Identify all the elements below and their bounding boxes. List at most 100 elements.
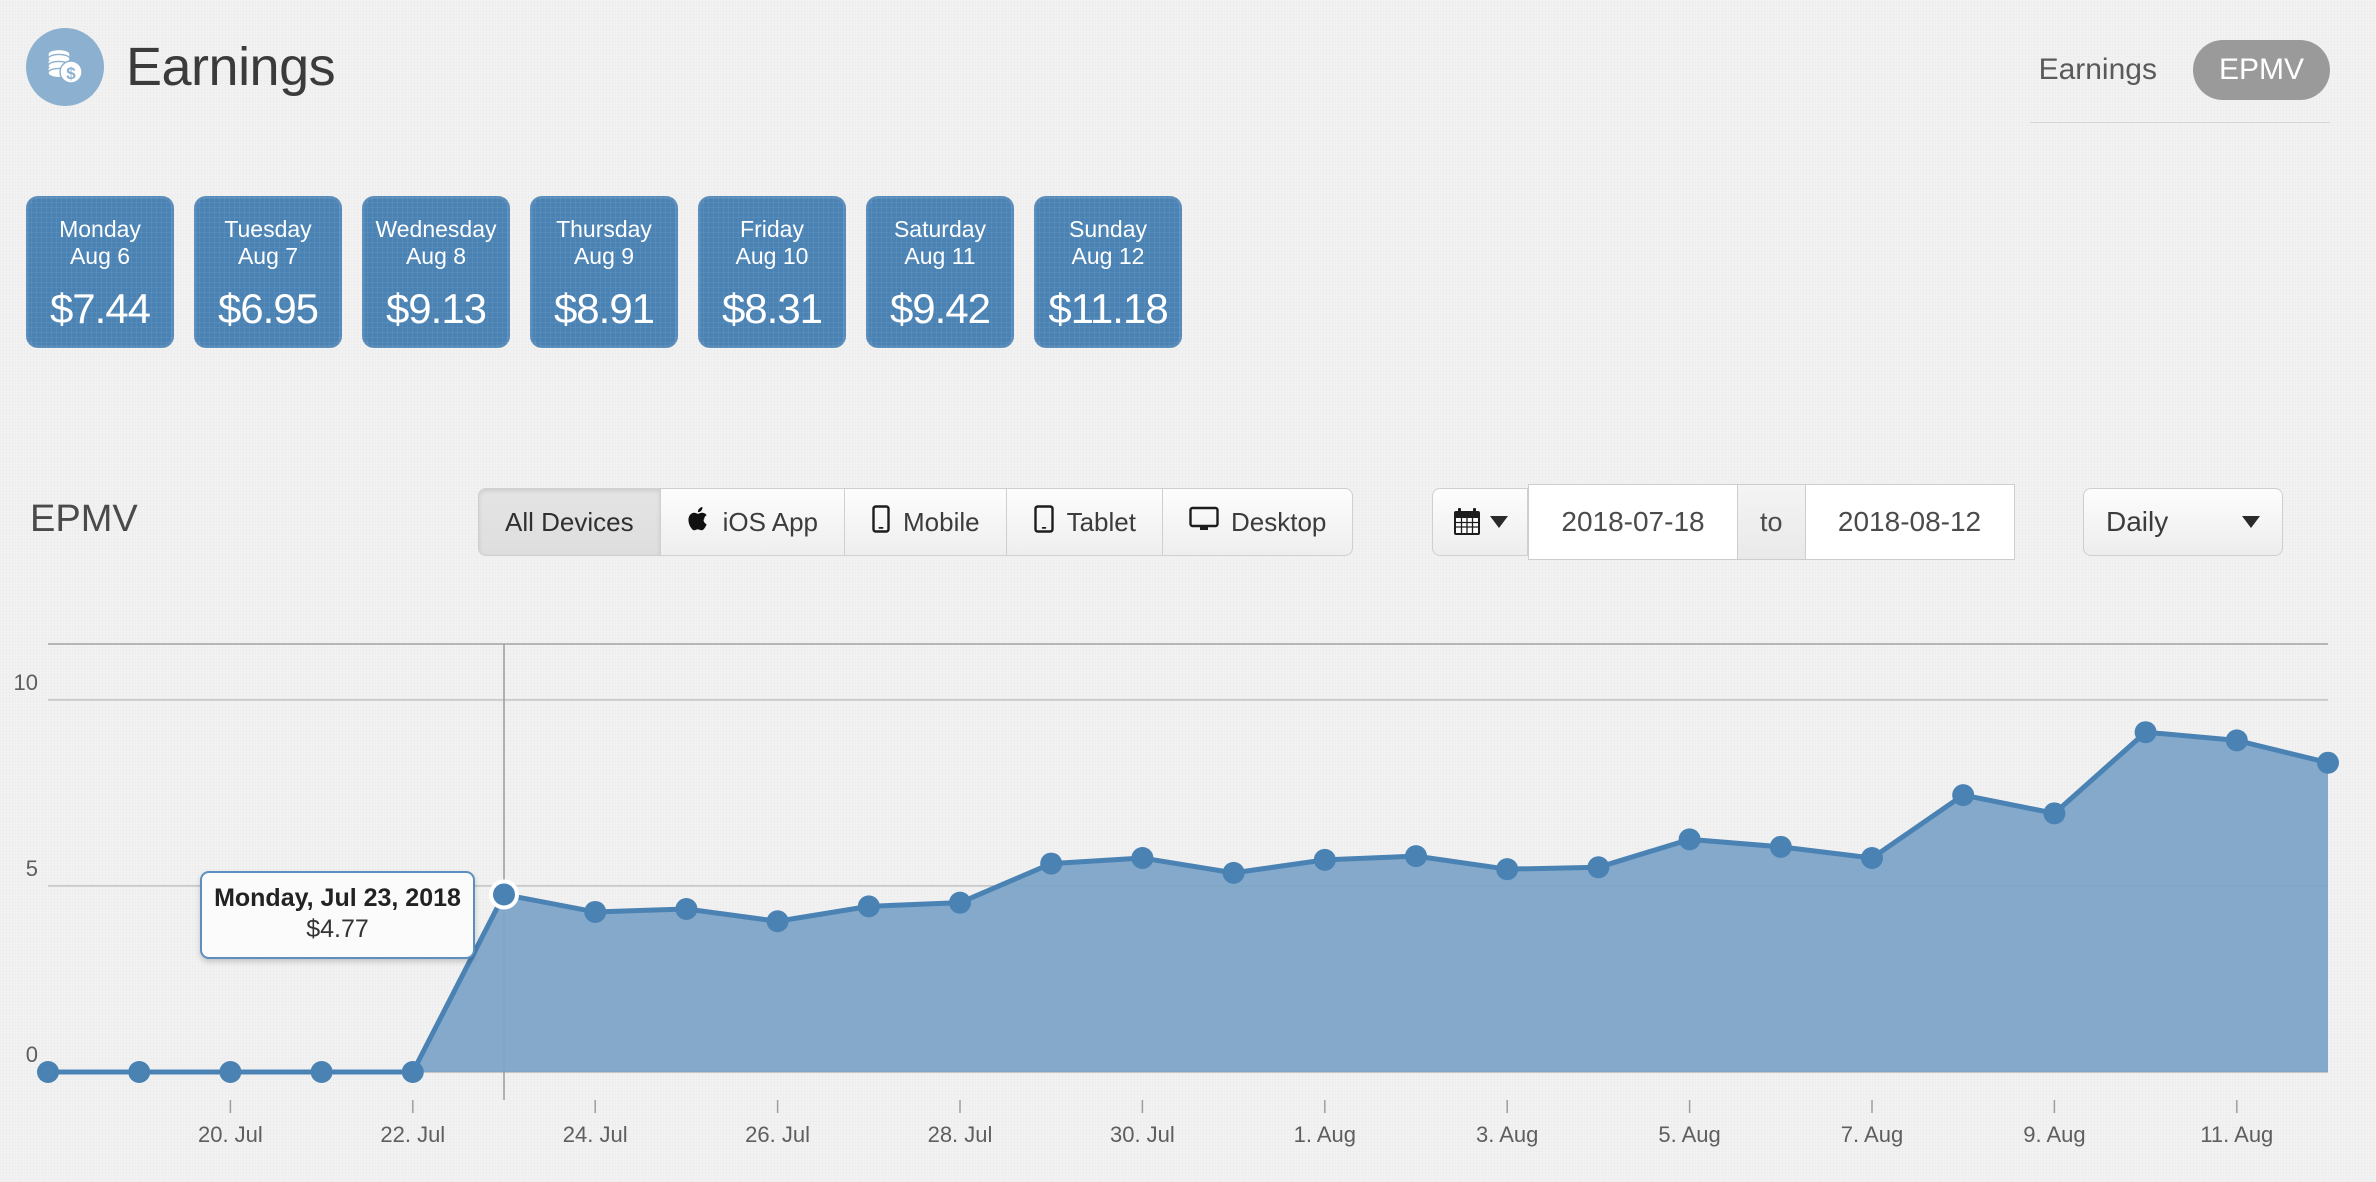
chart-data-point[interactable] <box>310 1061 333 1083</box>
device-filter-tablet[interactable]: Tablet <box>1005 488 1162 556</box>
chart-data-point[interactable] <box>37 1061 59 1083</box>
day-card[interactable]: Thursday Aug 9 $8.91 <box>530 196 678 348</box>
day-card[interactable]: Monday Aug 6 $7.44 <box>26 196 174 348</box>
day-card-dow: Monday <box>59 216 141 242</box>
chart-section-label: EPMV <box>30 498 138 540</box>
day-card-amount: $6.95 <box>217 285 319 333</box>
day-card[interactable]: Wednesday Aug 8 $9.13 <box>362 196 510 348</box>
chart-y-tick: 5 <box>26 856 38 881</box>
day-card-date: Aug 6 <box>69 242 131 269</box>
chevron-down-icon <box>1490 516 1508 528</box>
chart-tooltip-title: Monday, Jul 23, 2018 <box>214 884 461 913</box>
device-filter-ios-app[interactable]: iOS App <box>659 488 844 556</box>
chart-data-point[interactable] <box>1769 835 1792 858</box>
day-card-amount: $7.44 <box>49 285 151 333</box>
chart-data-point[interactable] <box>219 1061 242 1083</box>
apple-icon <box>687 505 711 540</box>
chart-data-point[interactable] <box>1040 852 1063 875</box>
day-card-amount: $8.31 <box>721 285 823 333</box>
chart-tooltip-value: $4.77 <box>306 915 369 944</box>
day-card-date: Aug 8 <box>405 242 467 269</box>
chart-data-point[interactable] <box>1952 784 1975 807</box>
phone-icon <box>871 504 891 540</box>
view-toggle: Earnings EPMV <box>2030 40 2330 123</box>
day-card-date: Aug 10 <box>735 242 809 269</box>
day-card-date: Aug 11 <box>904 242 976 269</box>
chart-x-tick-label: 30. Jul <box>1110 1122 1175 1147</box>
chart-x-tick-label: 7. Aug <box>1841 1122 1903 1147</box>
device-filter-mobile[interactable]: Mobile <box>844 488 1006 556</box>
chart-data-point[interactable] <box>766 910 789 933</box>
device-filter-all-devices[interactable]: All Devices <box>478 488 660 556</box>
chart-data-point[interactable] <box>1222 861 1245 884</box>
chevron-down-icon <box>2242 516 2260 528</box>
chart-x-tick-label: 22. Jul <box>380 1122 445 1147</box>
page-header: $ Earnings Earnings EPMV <box>0 0 2376 150</box>
date-to-input[interactable]: 2018-08-12 <box>1804 484 2015 560</box>
chart-data-point[interactable] <box>2317 751 2339 774</box>
chart-y-tick: 10 <box>14 670 38 695</box>
day-card-dow: Sunday <box>1068 216 1147 242</box>
chart-x-tick-label: 5. Aug <box>1658 1122 1720 1147</box>
day-card-dow: Thursday <box>556 216 652 242</box>
chart-data-point[interactable] <box>857 895 880 918</box>
chart-data-point[interactable] <box>128 1061 151 1083</box>
chart-x-tick-label: 9. Aug <box>2023 1122 2085 1147</box>
day-card[interactable]: Sunday Aug 12 $11.18 <box>1034 196 1182 348</box>
date-from-input[interactable]: 2018-07-18 <box>1528 484 1738 560</box>
day-card-date: Aug 12 <box>1071 242 1145 269</box>
chart-data-point[interactable] <box>2043 802 2066 825</box>
chart-data-point[interactable] <box>1861 847 1883 869</box>
chart-data-point[interactable] <box>675 897 698 920</box>
device-filter-label: All Devices <box>505 506 634 537</box>
coins-icon: $ <box>26 28 104 106</box>
day-cards: Monday Aug 6 $7.44 Tuesday Aug 7 $6.95 W… <box>26 196 1182 348</box>
day-card-amount: $9.13 <box>385 285 487 333</box>
chart-data-point[interactable] <box>584 900 607 923</box>
chart-x-tick-label: 24. Jul <box>563 1122 628 1147</box>
tab-epmv[interactable]: EPMV <box>2192 40 2330 100</box>
svg-text:$: $ <box>66 64 76 83</box>
day-card-amount: $11.18 <box>1048 285 1168 333</box>
chart-x-tick-label: 3. Aug <box>1476 1122 1538 1147</box>
chart-x-tick-label: 11. Aug <box>2200 1122 2273 1147</box>
day-card[interactable]: Tuesday Aug 7 $6.95 <box>194 196 342 348</box>
chart-data-point[interactable] <box>489 879 519 910</box>
device-filter-desktop[interactable]: Desktop <box>1161 488 1354 556</box>
desktop-icon <box>1189 506 1219 539</box>
chart-data-point[interactable] <box>1405 845 1427 868</box>
chart-tooltip: Monday, Jul 23, 2018 $4.77 <box>200 871 475 959</box>
day-card-dow: Tuesday <box>224 216 312 242</box>
chart-y-tick: 0 <box>26 1042 38 1067</box>
calendar-icon[interactable] <box>1432 488 1528 556</box>
device-filter-label: iOS App <box>722 506 818 537</box>
chart-x-tick-label: 20. Jul <box>198 1122 263 1147</box>
chart-x-tick-label: 1. Aug <box>1294 1122 1356 1147</box>
chart-data-point[interactable] <box>949 891 971 914</box>
device-filter-label: Mobile <box>903 506 980 537</box>
chart-data-point[interactable] <box>1587 856 1610 879</box>
brand: $ Earnings <box>26 28 336 106</box>
day-card-dow: Friday <box>740 216 804 242</box>
date-range-to-label: to <box>1738 484 1805 560</box>
tab-earnings[interactable]: Earnings <box>2013 40 2183 100</box>
day-card[interactable]: Saturday Aug 11 $9.42 <box>866 196 1014 348</box>
page-title: Earnings <box>126 37 336 97</box>
chart-data-point[interactable] <box>401 1061 424 1083</box>
day-card-amount: $9.42 <box>889 285 991 333</box>
interval-select-value: Daily <box>2106 506 2169 537</box>
day-card-date: Aug 7 <box>237 242 299 269</box>
chart-data-point[interactable] <box>1131 847 1154 869</box>
chart-data-point[interactable] <box>1313 848 1336 871</box>
interval-select[interactable]: Daily <box>2083 488 2283 556</box>
day-card[interactable]: Friday Aug 10 $8.31 <box>698 196 846 348</box>
chart-data-point[interactable] <box>1496 858 1519 881</box>
chart-data-point[interactable] <box>1678 828 1701 851</box>
earnings-dashboard: $ Earnings Earnings EPMV Monday Aug 6 $7… <box>0 0 2376 1182</box>
chart-data-point[interactable] <box>2225 729 2248 752</box>
device-filter-group: All Devices iOS App Mobile Tablet Deskto… <box>478 488 1354 556</box>
chart-data-point[interactable] <box>2134 721 2157 744</box>
day-card-dow: Wednesday <box>375 216 497 242</box>
date-range-picker: 2018-07-18 to 2018-08-12 <box>1432 484 2015 560</box>
tablet-icon <box>1033 504 1055 540</box>
